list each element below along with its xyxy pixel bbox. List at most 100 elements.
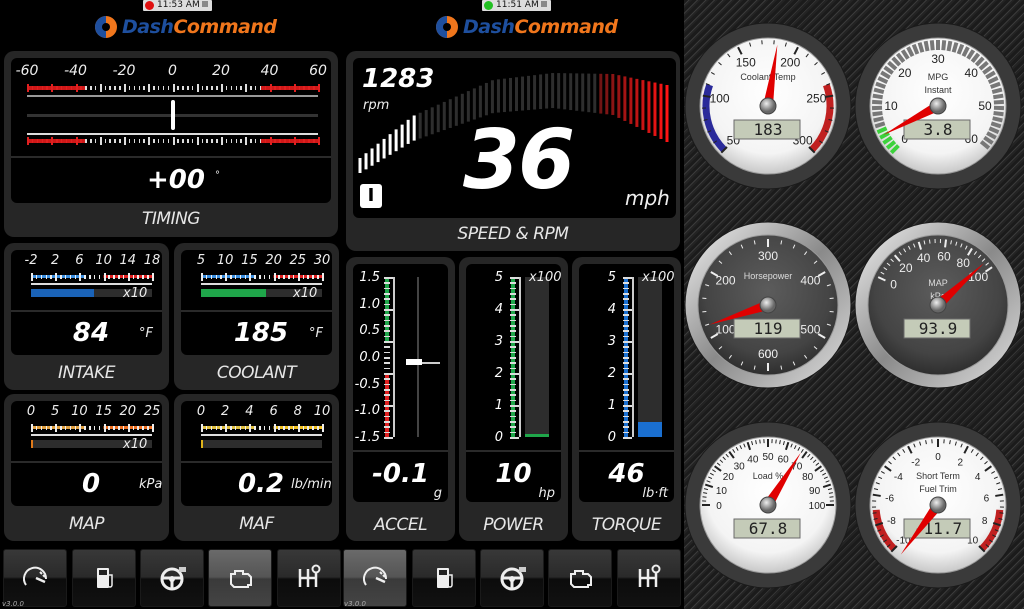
rpm-bar	[629, 77, 633, 124]
tick-mark	[264, 139, 267, 143]
tick-mark	[240, 86, 242, 90]
tick-mark	[221, 84, 223, 92]
gauge-segment	[951, 42, 959, 53]
tick-mark	[127, 273, 130, 281]
nav-button-fuel[interactable]	[72, 549, 136, 607]
tick-mark	[225, 86, 228, 90]
rpm-bar	[418, 112, 422, 139]
gauge-scale-label: 4	[975, 472, 981, 483]
tick-mark	[50, 426, 52, 430]
value-track	[638, 277, 662, 437]
nav-button-engine[interactable]	[208, 549, 272, 607]
tick-mark	[510, 303, 516, 306]
tick-mark	[308, 139, 310, 143]
tick-mark	[235, 139, 238, 143]
tick-mark	[384, 293, 390, 295]
tick-mark	[510, 378, 516, 380]
tick-mark	[64, 275, 67, 279]
tick-mark	[510, 421, 516, 423]
tick-mark	[157, 86, 160, 90]
range-line	[201, 434, 322, 436]
engine-icon	[570, 570, 592, 588]
scale-label: 2	[607, 366, 616, 381]
power-value: 10	[495, 459, 532, 489]
gauge-scale-label: 400	[800, 274, 820, 288]
needle-hub	[929, 296, 947, 314]
gauge-scale-label: 0	[716, 501, 722, 512]
tick-mark	[384, 394, 390, 396]
tick-mark	[312, 426, 314, 430]
nav-button-transmission[interactable]	[277, 549, 341, 607]
tick-mark	[384, 362, 390, 364]
tick-mark	[114, 86, 116, 90]
accel-unit: g	[433, 486, 442, 501]
tick-mark	[623, 330, 629, 332]
nav-button-driving[interactable]	[480, 549, 544, 607]
tick-mark	[510, 346, 516, 348]
short-term-fuel-trim-gauge: -10-8-6-4-2 0 246810Short TermFuel Trim-11…	[854, 421, 1022, 589]
tick-mark	[510, 394, 516, 396]
timing-scale-labels: -60 -40 -20 0 20 40 60	[11, 58, 331, 80]
tick-mark	[250, 86, 252, 90]
rpm-bar	[376, 143, 380, 163]
gauge-segment	[923, 40, 930, 52]
rpm-bar	[605, 73, 609, 115]
nav-button-gauges[interactable]	[343, 549, 407, 607]
maf-label: MAF	[239, 514, 274, 534]
rpm-bar	[659, 83, 663, 139]
tick-mark	[510, 309, 519, 311]
tick-mark	[259, 275, 261, 279]
speed-display: 1283 rpm I 36 mph	[353, 58, 676, 218]
tick-mark	[133, 139, 136, 143]
tick-mark	[623, 325, 629, 327]
tick-mark	[148, 137, 151, 145]
map-value: 0	[81, 469, 101, 499]
tick-mark	[384, 346, 390, 348]
gauge-scale-label: 60	[937, 249, 951, 263]
gauge-title: Fuel Trim	[919, 484, 957, 494]
rpm-bar	[424, 110, 428, 137]
scale-label: -0.5	[354, 376, 380, 392]
tick-mark	[288, 275, 290, 279]
scale-label: 25	[143, 404, 161, 419]
multiplier-label: x10	[123, 286, 148, 301]
rpm-bar	[611, 73, 615, 115]
gauge-scale-label: 50	[762, 452, 774, 463]
tick-mark	[317, 275, 319, 279]
tick-mark	[60, 139, 63, 143]
tick-mark	[623, 298, 629, 300]
tick-mark	[384, 335, 390, 338]
nav-button-fuel[interactable]	[412, 549, 476, 607]
scale-label: 2	[494, 366, 503, 381]
nav-button-engine[interactable]	[548, 549, 612, 607]
tick-mark	[510, 383, 516, 386]
divider	[579, 450, 674, 452]
rpm-bar	[545, 73, 549, 109]
clock-time: 11:53 AM	[157, 0, 200, 10]
tick-mark	[510, 410, 516, 412]
coolant-display: 5 10 15 20 25 30 x10 185 °F	[181, 250, 332, 355]
gauge-tick	[825, 94, 834, 98]
nav-button-gauges[interactable]	[3, 549, 67, 607]
tick-mark	[284, 86, 286, 90]
nav-button-driving[interactable]	[140, 549, 204, 607]
tick-mark	[215, 275, 218, 279]
track-line	[417, 277, 419, 437]
nav-button-transmission[interactable]	[617, 549, 681, 607]
tick-mark	[201, 86, 204, 90]
gauge-segment	[993, 99, 1004, 105]
tick-mark	[278, 426, 280, 430]
scale-label: 4	[245, 404, 254, 419]
gauge-tick	[995, 493, 1004, 497]
tick-mark	[93, 426, 96, 430]
scale-label: 0	[168, 63, 177, 79]
tick-mark	[210, 275, 213, 279]
gauge-scale-label: 150	[736, 55, 756, 69]
value-fill-bar	[201, 440, 204, 448]
range-line	[519, 277, 521, 437]
scale-label: 14	[119, 253, 137, 268]
tick-mark	[623, 319, 629, 322]
power-label: POWER	[483, 515, 544, 535]
tick-mark	[384, 330, 390, 332]
tick-mark	[191, 139, 194, 143]
